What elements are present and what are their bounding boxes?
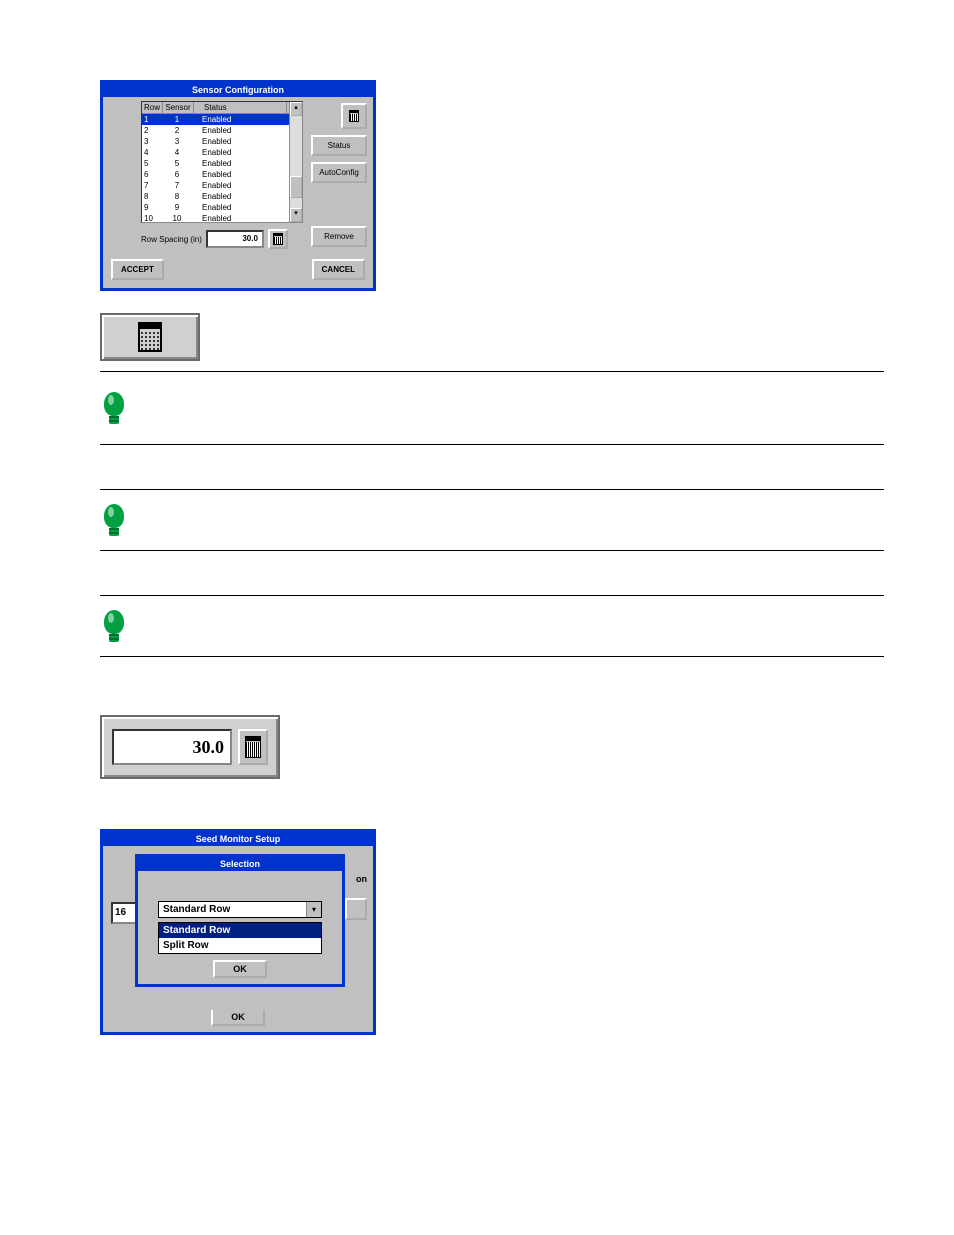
window-title: Seed Monitor Setup xyxy=(103,832,373,846)
sensor-configuration-window: Sensor Configuration RowSensorStatus11En… xyxy=(100,80,376,291)
table-row[interactable]: 55Enabled xyxy=(142,158,289,169)
scroll-up-icon[interactable]: ▴ xyxy=(290,102,302,116)
cancel-button[interactable]: CANCEL xyxy=(312,259,365,280)
row-type-dropdown[interactable]: Standard Row ▾ xyxy=(158,901,322,918)
partial-label: on xyxy=(356,874,367,884)
side-button[interactable] xyxy=(345,898,367,920)
seed-monitor-setup-window: Seed Monitor Setup 16 on OK Selection St… xyxy=(100,829,376,1035)
dropdown-option[interactable]: Split Row xyxy=(159,938,321,953)
window-title: Sensor Configuration xyxy=(103,83,373,97)
lightbulb-icon xyxy=(100,610,128,642)
ok-button[interactable]: OK xyxy=(213,960,267,978)
table-row[interactable]: 44Enabled xyxy=(142,147,289,158)
scroll-thumb[interactable] xyxy=(290,176,302,198)
calculator-button[interactable] xyxy=(238,729,268,765)
table-row[interactable]: 66Enabled xyxy=(142,169,289,180)
autoconfig-button[interactable]: AutoConfig xyxy=(311,162,367,183)
dialog-title: Selection xyxy=(138,857,342,871)
tip-note-1 xyxy=(100,371,884,445)
table-row[interactable]: 88Enabled xyxy=(142,191,289,202)
tip-note-3 xyxy=(100,595,884,657)
table-row[interactable]: 22Enabled xyxy=(142,125,289,136)
chevron-down-icon[interactable]: ▾ xyxy=(306,902,321,917)
row-spacing-value-input[interactable]: 30.0 xyxy=(112,729,232,765)
table-row[interactable]: 1010Enabled xyxy=(142,213,289,223)
scroll-down-icon[interactable]: ▾ xyxy=(290,208,302,222)
calculator-icon xyxy=(138,322,162,352)
ok-button-background[interactable]: OK xyxy=(211,1010,265,1026)
tip-note-2 xyxy=(100,489,884,551)
table-row[interactable]: 11Enabled xyxy=(142,114,289,125)
accept-button[interactable]: ACCEPT xyxy=(111,259,164,280)
table-row[interactable]: 77Enabled xyxy=(142,180,289,191)
table-row[interactable]: 99Enabled xyxy=(142,202,289,213)
row-spacing-input[interactable]: 30.0 xyxy=(206,230,264,248)
table-row[interactable]: 33Enabled xyxy=(142,136,289,147)
dropdown-option[interactable]: Standard Row xyxy=(159,923,321,938)
status-button[interactable]: Status xyxy=(311,135,367,156)
dropdown-list: Standard RowSplit Row xyxy=(158,922,322,954)
calculator-icon xyxy=(273,233,283,245)
scrollbar[interactable]: ▴ ▾ xyxy=(289,102,302,222)
calculator-button[interactable] xyxy=(268,229,288,249)
calculator-icon xyxy=(245,736,261,758)
calculator-icon xyxy=(349,110,359,122)
calculator-button-large[interactable] xyxy=(100,313,200,361)
calculator-side-button[interactable] xyxy=(341,103,367,129)
row-spacing-label: Row Spacing (in) xyxy=(141,235,202,244)
lightbulb-icon xyxy=(100,392,128,424)
remove-button[interactable]: Remove xyxy=(311,226,367,247)
sensor-table: RowSensorStatus11Enabled22Enabled33Enabl… xyxy=(141,101,303,223)
selection-dialog: Selection Standard Row ▾ Standard RowSpl… xyxy=(135,854,345,987)
dropdown-selected: Standard Row xyxy=(159,902,306,917)
table-header: RowSensorStatus xyxy=(142,102,289,114)
row-spacing-figure: 30.0 xyxy=(100,715,280,779)
lightbulb-icon xyxy=(100,504,128,536)
